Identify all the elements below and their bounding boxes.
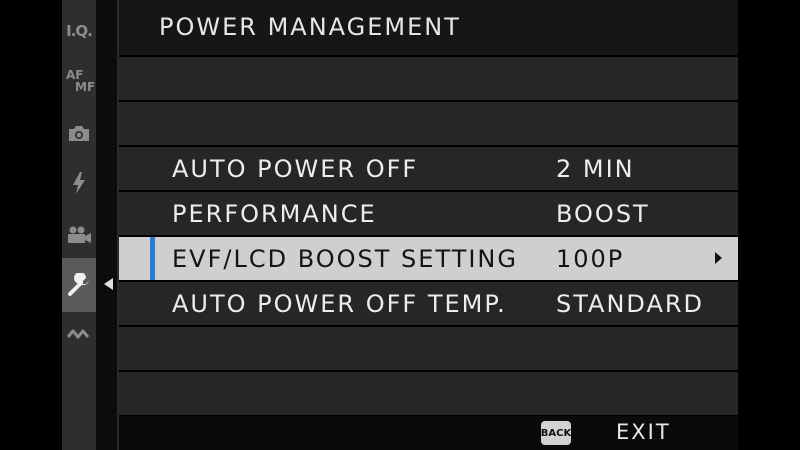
connection-icon: [66, 329, 90, 339]
header: POWER MANAGEMENT: [119, 0, 738, 55]
submenu-arrow-icon: [715, 252, 722, 264]
active-tab-pointer-icon: [104, 278, 113, 290]
tab-image-quality[interactable]: I.Q.: [62, 14, 96, 48]
menu-item-label: PERFORMANCE: [172, 200, 377, 228]
camera-menu-screen: I.Q. AF MF POWER MANAGEMENT AUTO POWER O…: [0, 0, 800, 450]
tab-setup[interactable]: [62, 258, 96, 312]
sidebar-divider: [96, 0, 118, 450]
page-title: POWER MANAGEMENT: [159, 13, 461, 41]
wrench-icon: [68, 273, 89, 296]
image-quality-label: I.Q.: [66, 22, 93, 40]
menu-item-value: BOOST: [556, 200, 650, 228]
exit-label: EXIT: [616, 420, 671, 444]
empty-row: [119, 57, 738, 100]
tab-af-mf[interactable]: AF MF: [62, 60, 96, 100]
movie-camera-icon: [68, 226, 91, 243]
tab-connection[interactable]: [62, 320, 96, 348]
menu-item-value: STANDARD: [556, 290, 705, 318]
footer: BACK EXIT: [119, 416, 738, 450]
empty-row: [119, 102, 738, 145]
menu-item-value: 2 MIN: [556, 155, 635, 183]
mf-label: MF: [75, 80, 96, 94]
menu-item-evf-lcd-boost-setting[interactable]: EVF/LCD BOOST SETTING 100P: [119, 237, 738, 280]
menu-item-label: AUTO POWER OFF TEMP.: [172, 290, 507, 318]
menu-item-label: AUTO POWER OFF: [172, 155, 419, 183]
menu-category-sidebar: I.Q. AF MF: [62, 0, 96, 450]
menu-item-value: 100P: [556, 245, 625, 273]
back-label: BACK: [540, 427, 572, 439]
back-button-icon[interactable]: BACK: [541, 421, 571, 445]
empty-row: [119, 327, 738, 370]
camera-icon: [69, 126, 89, 141]
flash-icon: [73, 172, 85, 194]
tab-movie[interactable]: [62, 220, 96, 250]
tab-flash[interactable]: [62, 168, 96, 198]
menu-item-performance[interactable]: PERFORMANCE BOOST: [119, 192, 738, 235]
menu-item-auto-power-off[interactable]: AUTO POWER OFF 2 MIN: [119, 147, 738, 190]
menu-item-label: EVF/LCD BOOST SETTING: [172, 245, 518, 273]
empty-row: [119, 372, 738, 415]
selection-marker: [150, 237, 155, 280]
tab-shooting[interactable]: [62, 118, 96, 148]
menu-item-auto-power-off-temp[interactable]: AUTO POWER OFF TEMP. STANDARD: [119, 282, 738, 325]
